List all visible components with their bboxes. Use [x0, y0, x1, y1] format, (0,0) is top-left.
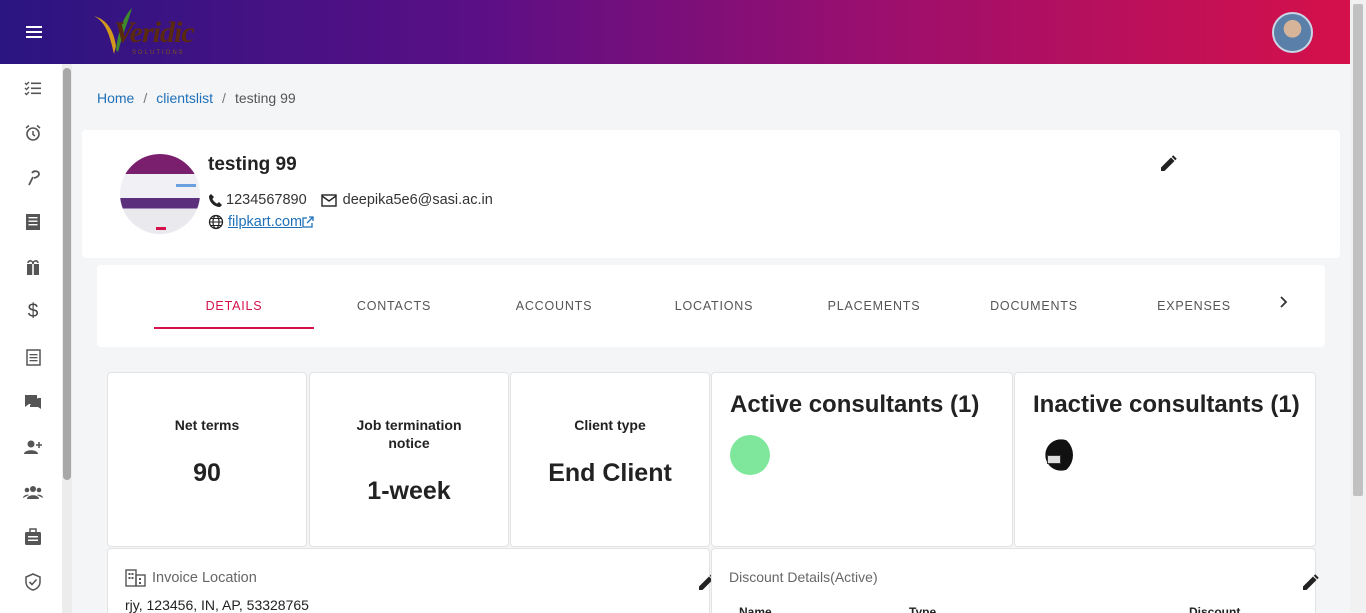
tab-details[interactable]: DETAILS: [154, 299, 314, 313]
invoice-location-title: Invoice Location: [152, 570, 257, 586]
tab-accounts[interactable]: ACCOUNTS: [474, 299, 634, 313]
chevron-right-icon[interactable]: [1279, 295, 1289, 314]
client-name: testing 99: [208, 154, 297, 175]
checklist-icon[interactable]: [22, 77, 44, 99]
client-website-line: filpkart.com: [208, 214, 314, 230]
tab-contacts[interactable]: CONTACTS: [314, 299, 474, 313]
inactive-consultants-title: Inactive consultants (1): [1033, 391, 1300, 418]
client-contact-line: 1234567890 deepika5e6@sasi.ac.in: [208, 192, 493, 208]
globe-icon: [208, 214, 224, 230]
add-user-icon[interactable]: [22, 436, 44, 458]
net-terms-value: 90: [193, 459, 221, 487]
client-type-value: End Client: [548, 459, 672, 487]
job-termination-label: Job termination notice: [356, 417, 462, 451]
sidebar-scrollbar[interactable]: [62, 64, 72, 613]
breadcrumb: Home / clientslist / testing 99: [97, 90, 296, 106]
discount-column-type: Type: [909, 605, 937, 613]
breadcrumb-clientslist[interactable]: clientslist: [156, 90, 213, 106]
active-consultants-title: Active consultants (1): [730, 391, 980, 418]
gift-icon[interactable]: [22, 256, 44, 278]
breadcrumb-home[interactable]: Home: [97, 90, 134, 106]
briefcase-icon[interactable]: [22, 526, 44, 548]
edit-client-icon[interactable]: [1158, 154, 1178, 174]
shield-check-icon[interactable]: [22, 571, 44, 593]
top-app-bar: Veridic SOLUTIONS: [0, 0, 1350, 64]
edit-discount-icon[interactable]: [1300, 573, 1320, 593]
inactive-consultants-card: Inactive consultants (1): [1014, 372, 1316, 547]
discount-details-title: Discount Details(Active): [729, 569, 878, 585]
page-scrollbar[interactable]: [1350, 0, 1366, 613]
inactive-consultant-avatar[interactable]: [1033, 435, 1073, 475]
invoice-location-card: Invoice Location rjy, 123456, IN, AP, 53…: [107, 548, 715, 613]
tab-placements[interactable]: PLACEMENTS: [794, 299, 954, 313]
document-list-icon[interactable]: [22, 211, 44, 233]
user-avatar[interactable]: [1272, 12, 1313, 53]
discount-column-name: Name: [739, 605, 772, 613]
pin-icon[interactable]: [22, 167, 44, 189]
client-type-label: Client type: [574, 417, 646, 433]
active-consultants-card: Active consultants (1): [711, 372, 1013, 547]
job-termination-value: 1-week: [367, 477, 451, 505]
net-terms-card: Net terms 90: [107, 372, 307, 547]
sidebar: $: [0, 64, 62, 613]
email-icon: [320, 193, 337, 207]
tabs-card: DETAILS CONTACTS ACCOUNTS LOCATIONS PLAC…: [97, 265, 1325, 347]
alarm-icon[interactable]: [22, 122, 44, 144]
hamburger-menu-icon[interactable]: [20, 20, 48, 44]
tab-documents[interactable]: DOCUMENTS: [954, 299, 1114, 313]
external-link-icon[interactable]: [302, 216, 314, 228]
client-header-card: testing 99 1234567890 deepika5e6@sasi.ac…: [82, 130, 1340, 258]
client-email: deepika5e6@sasi.ac.in: [342, 192, 493, 208]
job-termination-card: Job termination notice 1-week: [309, 372, 509, 547]
phone-icon: [209, 193, 222, 207]
logo-text: Veridic: [114, 16, 195, 49]
group-icon[interactable]: [22, 481, 44, 503]
dollar-icon[interactable]: $: [22, 301, 44, 323]
discount-details-card: Discount Details(Active) Name Type Disco…: [711, 548, 1319, 613]
tab-expenses[interactable]: EXPENSES: [1114, 299, 1274, 313]
building-icon: [125, 569, 146, 587]
client-phone: 1234567890: [226, 192, 307, 208]
discount-column-discount: Discount: [1189, 605, 1241, 613]
client-website-link[interactable]: filpkart.com: [228, 214, 302, 230]
chat-icon[interactable]: [22, 391, 44, 413]
notes-icon[interactable]: [22, 346, 44, 368]
invoice-address: rjy, 123456, IN, AP, 53328765: [125, 597, 309, 613]
logo-subtext: SOLUTIONS: [132, 50, 185, 56]
active-tab-indicator: [154, 327, 314, 329]
company-logo[interactable]: Veridic SOLUTIONS: [92, 6, 212, 58]
breadcrumb-current: testing 99: [234, 90, 296, 106]
tab-locations[interactable]: LOCATIONS: [634, 299, 794, 313]
net-terms-label: Net terms: [174, 417, 240, 433]
client-type-card: Client type End Client: [510, 372, 710, 547]
client-logo-image: [120, 154, 200, 234]
active-consultant-avatar[interactable]: [730, 435, 770, 475]
